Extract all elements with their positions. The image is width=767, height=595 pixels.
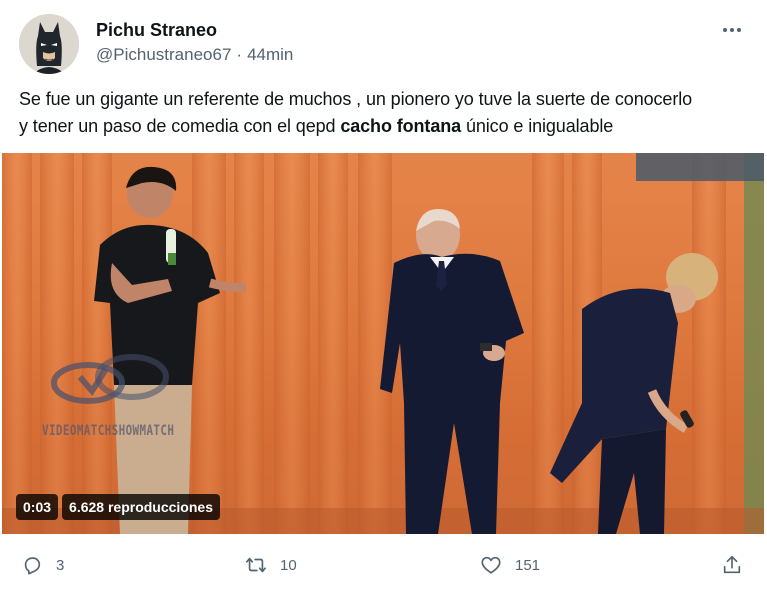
like-button[interactable]: 151 [480,547,540,583]
video-corner-overlay [636,153,764,181]
video-frame [2,153,764,534]
more-dot [730,28,734,32]
heart-icon [481,556,501,574]
tweet-text: Se fue un gigante un referente de muchos… [19,86,759,140]
watermark-logo-icon [51,354,169,404]
tweet-text-line-2-before: y tener un paso de comedia con el qepd [19,116,341,136]
video-badges: 0:03 6.628 reproducciones [16,494,220,520]
more-dots-icon [723,28,727,32]
tweet-text-bold-name: cacho fontana [340,116,462,136]
tweet-actions: 3 10 151 [0,547,767,583]
timestamp[interactable]: 44min [247,45,293,64]
more-dot [737,28,741,32]
reply-button[interactable]: 3 [21,547,64,583]
display-name[interactable]: Pichu Straneo [96,20,217,41]
handle-line: @Pichustraneo67 · 44min [96,45,293,65]
more-options-button[interactable] [718,18,746,42]
reply-icon [24,557,41,575]
batman-mask-avatar-icon [19,14,79,74]
user-handle[interactable]: @Pichustraneo67 [96,45,231,64]
retweet-icon [246,557,266,573]
tweet-text-line-1: Se fue un gigante un referente de muchos… [19,89,693,109]
retweet-button[interactable]: 10 [245,547,297,583]
tweet-text-line-2: y tener un paso de comedia con el qepd c… [19,113,759,140]
video-player[interactable]: VIDEOMATCHSHOWMATCH 0:03 6.628 reproducc… [2,153,764,534]
video-views: 6.628 reproducciones [62,494,220,520]
retweet-count: 10 [280,556,297,574]
tweet-text-line-2-after: único e inigualable [461,116,614,136]
share-icon [723,555,741,574]
like-count: 151 [515,556,541,574]
share-button[interactable] [721,547,743,583]
avatar[interactable] [19,14,79,74]
person-middle [380,209,524,534]
video-watermark: VIDEOMATCHSHOWMATCH [42,423,175,439]
tweet-card: Pichu Straneo @Pichustraneo67 · 44min Se f… [0,0,767,595]
video-duration: 0:03 [16,494,59,520]
separator: · [236,45,243,64]
reply-count: 3 [56,556,65,574]
